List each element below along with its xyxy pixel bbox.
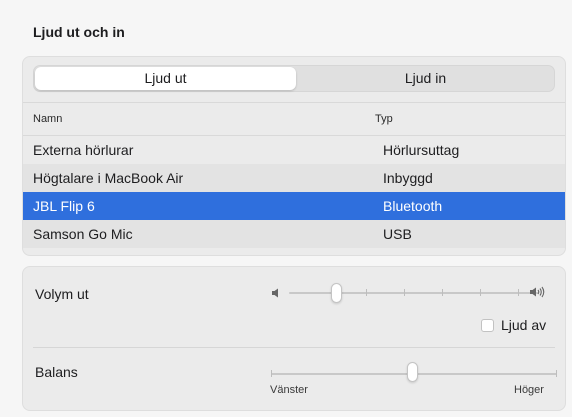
table-row[interactable]: Högtalare i MacBook Air Inbyggd bbox=[23, 164, 565, 192]
slider-tick bbox=[404, 289, 405, 296]
balance-label: Balans bbox=[35, 364, 78, 380]
mute-checkbox[interactable] bbox=[481, 319, 494, 332]
speaker-high-icon bbox=[529, 285, 547, 304]
device-name: Samson Go Mic bbox=[33, 226, 133, 242]
device-type: Bluetooth bbox=[383, 198, 443, 214]
slider-tick bbox=[442, 289, 443, 296]
balance-left-label: Vänster bbox=[270, 384, 308, 396]
device-type: Inbyggd bbox=[383, 170, 433, 186]
volume-label: Volym ut bbox=[35, 286, 89, 302]
slider-tick bbox=[366, 289, 367, 296]
slider-tick bbox=[556, 370, 557, 377]
device-name: JBL Flip 6 bbox=[33, 198, 95, 214]
device-list: Externa hörlurar Hörlursuttag Högtalare … bbox=[23, 136, 565, 248]
column-header-type[interactable]: Typ bbox=[375, 103, 393, 136]
volume-slider-knob[interactable] bbox=[331, 283, 342, 303]
slider-tick bbox=[518, 289, 519, 296]
slider-tick bbox=[271, 370, 272, 377]
column-header-name[interactable]: Namn bbox=[33, 103, 62, 136]
device-type: Hörlursuttag bbox=[383, 142, 460, 158]
device-panel: Ljud ut Ljud in Namn Typ Externa hörlura… bbox=[22, 56, 566, 256]
device-type: USB bbox=[383, 226, 412, 242]
balance-right-label: Höger bbox=[514, 384, 544, 396]
tab-output[interactable]: Ljud ut bbox=[35, 67, 296, 90]
volume-slider-track[interactable] bbox=[289, 292, 539, 294]
tab-input[interactable]: Ljud in bbox=[297, 67, 554, 90]
slider-tick bbox=[480, 289, 481, 296]
output-input-segmented-control: Ljud ut Ljud in bbox=[33, 65, 555, 92]
table-row[interactable]: Externa hörlurar Hörlursuttag bbox=[23, 136, 565, 164]
section-title: Ljud ut och in bbox=[33, 24, 125, 40]
mute-label: Ljud av bbox=[501, 317, 547, 333]
sound-output-input-page: Ljud ut och in Ljud ut Ljud in Namn Typ … bbox=[0, 0, 572, 417]
divider bbox=[33, 347, 555, 348]
balance-slider-knob[interactable] bbox=[407, 362, 418, 382]
speaker-low-icon bbox=[271, 286, 283, 304]
table-header: Namn Typ bbox=[23, 102, 565, 136]
device-name: Externa hörlurar bbox=[33, 142, 134, 158]
volume-balance-panel: Volym ut Ljud av Balans Vänster Höger bbox=[22, 266, 566, 411]
table-row[interactable]: Samson Go Mic USB bbox=[23, 220, 565, 248]
device-name: Högtalare i MacBook Air bbox=[33, 170, 184, 186]
table-row-selected[interactable]: JBL Flip 6 Bluetooth bbox=[23, 192, 565, 220]
